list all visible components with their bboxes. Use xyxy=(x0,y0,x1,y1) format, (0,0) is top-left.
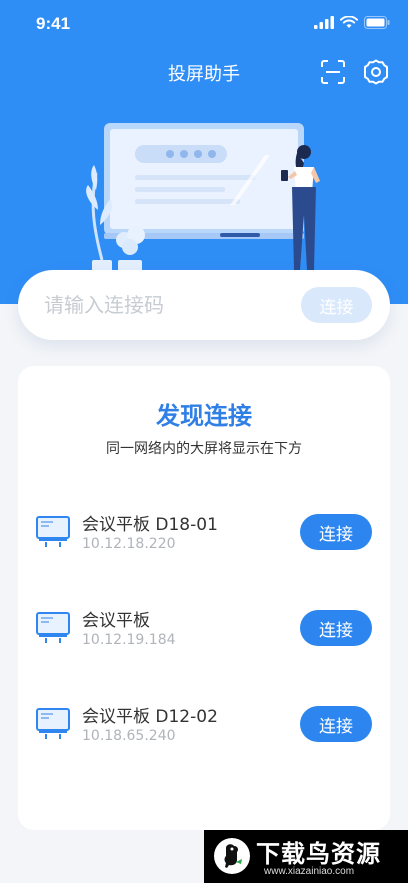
battery-icon xyxy=(364,16,390,29)
display-icon xyxy=(36,708,70,739)
device-ip: 10.18.65.240 xyxy=(82,728,176,744)
watermark-url: www.xiazainiao.com xyxy=(264,866,355,877)
discover-title: 发现连接 xyxy=(156,402,252,430)
watermark-logo-icon xyxy=(214,838,250,874)
code-connect-button[interactable]: 连接 xyxy=(301,287,372,323)
discover-card: 发现连接 同一网络内的大屏将显示在下方 会议平板 D18-01 10.12.18… xyxy=(18,366,390,830)
connection-code-bar: 连接 xyxy=(18,270,390,340)
device-name: 会议平板 D18-01 xyxy=(82,515,218,535)
scan-icon xyxy=(321,60,345,84)
device-connect-button[interactable]: 连接 xyxy=(300,514,372,550)
display-icon xyxy=(36,612,70,643)
device-ip: 10.12.19.184 xyxy=(82,632,176,648)
watermark-brand: 下载鸟资源 xyxy=(256,840,381,868)
watermark: 下载鸟资源 www.xiazainiao.com xyxy=(204,830,408,883)
device-name: 会议平板 xyxy=(82,611,150,631)
scan-button[interactable] xyxy=(319,58,347,86)
wifi-icon xyxy=(340,16,358,28)
settings-button[interactable] xyxy=(362,58,390,86)
status-icons xyxy=(314,16,390,29)
screen-illustration xyxy=(86,123,320,272)
device-connect-button[interactable]: 连接 xyxy=(300,610,372,646)
status-time: 9:41 xyxy=(36,14,71,33)
device-connect-button[interactable]: 连接 xyxy=(300,706,372,742)
status-bar: 9:41 xyxy=(0,0,408,48)
signal-icon xyxy=(314,16,334,29)
device-row[interactable]: 会议平板 D18-01 10.12.18.220 连接 xyxy=(18,500,390,570)
device-ip: 10.12.18.220 xyxy=(82,536,176,552)
discover-subtitle: 同一网络内的大屏将显示在下方 xyxy=(106,441,302,457)
display-icon xyxy=(36,516,70,547)
device-name: 会议平板 D12-02 xyxy=(82,707,218,727)
device-row[interactable]: 会议平板 10.12.19.184 连接 xyxy=(18,596,390,666)
device-row[interactable]: 会议平板 D12-02 10.18.65.240 连接 xyxy=(18,692,390,762)
gear-icon xyxy=(364,59,388,85)
connection-code-input[interactable] xyxy=(44,288,284,322)
